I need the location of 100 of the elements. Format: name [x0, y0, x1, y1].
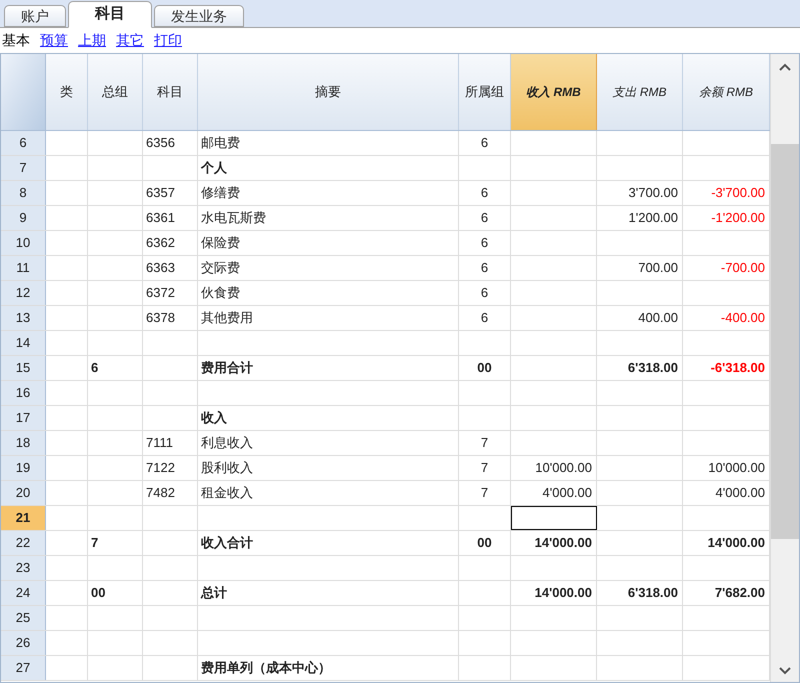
table-cell-text: 其他费用 [201, 309, 253, 328]
table-cell-text: 伙食费 [201, 284, 240, 302]
table-cell-text: -700.00 [720, 259, 765, 278]
row-number[interactable]: 19 [1, 456, 46, 480]
table-cell-text: 6'318.00 [628, 359, 678, 378]
table-cell-text: 6362 [146, 234, 175, 252]
table-cell-text: 6 [480, 184, 488, 202]
tab[interactable]: 发生业务 [154, 5, 244, 27]
row-number[interactable]: 7 [1, 156, 46, 180]
row-number[interactable]: 22 [1, 531, 46, 555]
table-cell-text: 14'000.00 [534, 534, 592, 552]
column-header[interactable]: 余额 RMB [683, 54, 770, 130]
row-number[interactable]: 8 [1, 181, 46, 205]
table-cell-text: 3'700.00 [628, 184, 678, 202]
column-header[interactable]: 所属组 [459, 54, 511, 130]
table-cell-text: 7 [91, 534, 98, 552]
table-cell-text: 股利收入 [201, 459, 253, 478]
row-number[interactable]: 9 [1, 206, 46, 230]
row-number[interactable]: 10 [1, 231, 46, 255]
tab[interactable]: 科目 [68, 1, 152, 28]
table-cell-text: 费用单列（成本中心） [201, 659, 331, 678]
table-cell-text: 400.00 [638, 309, 678, 328]
cell-cursor[interactable] [511, 506, 597, 530]
table-cell-text: 7 [480, 459, 488, 478]
view-link[interactable]: 其它 [116, 30, 144, 51]
row-number[interactable]: 24 [1, 581, 46, 605]
table-cell-text: 14'000.00 [708, 534, 765, 552]
table-cell-text: 水电瓦斯费 [201, 209, 266, 228]
table-cell-text: 7482 [146, 484, 175, 502]
scroll-up-icon[interactable] [778, 62, 792, 72]
table-cell-text: 7111 [146, 434, 173, 452]
table-cell-text: 保险费 [201, 234, 240, 252]
table-cell-text: -3'700.00 [711, 184, 765, 202]
table-cell-text: 6363 [146, 259, 175, 278]
row-number[interactable]: 23 [1, 556, 46, 580]
table-cell-text: 6372 [146, 284, 175, 302]
table-cell-text: 1'200.00 [628, 209, 678, 228]
row-number[interactable]: 26 [1, 631, 46, 655]
scroll-down-icon[interactable] [778, 666, 792, 676]
table-cell-text: 00 [477, 534, 492, 552]
scroll-thumb[interactable] [771, 144, 799, 539]
view-link[interactable]: 基本 [2, 30, 30, 51]
column-header[interactable]: 支出 RMB [597, 54, 683, 130]
table-cell-text: 7 [480, 434, 488, 452]
table-cell-text: 7 [480, 484, 488, 502]
table-cell-text: 6357 [146, 184, 175, 202]
row-number[interactable]: 12 [1, 281, 46, 305]
table-cell-text: -1'200.00 [711, 209, 765, 228]
view-link[interactable]: 上期 [78, 30, 106, 51]
table-cell-text: 费用合计 [201, 359, 253, 378]
column-header[interactable]: 科目 [143, 54, 198, 130]
row-number[interactable]: 17 [1, 406, 46, 430]
table-cell-text: 6 [480, 259, 488, 278]
table-cell-text: 6'318.00 [628, 584, 678, 602]
table-cell-text: 10'000.00 [708, 459, 765, 478]
table-cell-text: 6 [480, 234, 488, 252]
table-cell-text: 6 [480, 284, 488, 302]
table-cell-text: 总计 [201, 584, 227, 602]
table-cell-text: 14'000.00 [534, 584, 592, 602]
table-cell-text: 邮电费 [201, 134, 240, 152]
column-header[interactable]: 总组 [88, 54, 143, 130]
table-cell-text: 7122 [146, 459, 175, 478]
scrollbar[interactable] [770, 54, 799, 682]
view-link[interactable]: 打印 [154, 30, 182, 51]
row-number[interactable]: 16 [1, 381, 46, 405]
row-number[interactable]: 18 [1, 431, 46, 455]
table-cell-text: 交际费 [201, 259, 240, 278]
table-cell-text: 6361 [146, 209, 175, 228]
row-number[interactable]: 20 [1, 481, 46, 505]
table-cell-text: 租金收入 [201, 484, 253, 502]
table-cell-text: 6 [91, 359, 98, 378]
table-cell-text: 10'000.00 [535, 459, 592, 478]
table-cell-text: 6 [480, 209, 488, 228]
table-cell-text: 4'000.00 [716, 484, 765, 502]
table-cell-text: 6 [480, 134, 488, 152]
table-cell-text: 利息收入 [201, 434, 253, 452]
row-number[interactable]: 21 [1, 506, 46, 530]
row-number[interactable]: 15 [1, 356, 46, 380]
table-cell-text: 7'682.00 [714, 584, 765, 602]
table-cell-text: 00 [477, 359, 492, 378]
table-cell-text: 修缮费 [201, 184, 240, 202]
column-header[interactable]: 类 [46, 54, 88, 130]
table-cell-text: 收入合计 [201, 534, 253, 552]
table-cell-text: 6378 [146, 309, 175, 328]
column-header[interactable]: 收入 RMB [511, 54, 597, 130]
column-header[interactable]: 摘要 [198, 54, 459, 130]
row-number[interactable]: 6 [1, 131, 46, 155]
table-cell-text: 4'000.00 [542, 484, 592, 502]
view-link[interactable]: 预算 [40, 30, 68, 51]
row-number[interactable]: 13 [1, 306, 46, 330]
row-number[interactable]: 25 [1, 606, 46, 630]
row-number[interactable]: 27 [1, 656, 46, 680]
tab[interactable]: 账户 [4, 5, 66, 27]
table-cell-text: 6 [480, 309, 488, 328]
row-number[interactable]: 14 [1, 331, 46, 355]
row-number[interactable]: 11 [1, 256, 46, 280]
table-cell-text: 个人 [201, 159, 227, 178]
table-cell-text: -400.00 [720, 309, 765, 328]
table-cell-text: 00 [91, 584, 106, 602]
table-cell-text: -6'318.00 [710, 359, 765, 378]
